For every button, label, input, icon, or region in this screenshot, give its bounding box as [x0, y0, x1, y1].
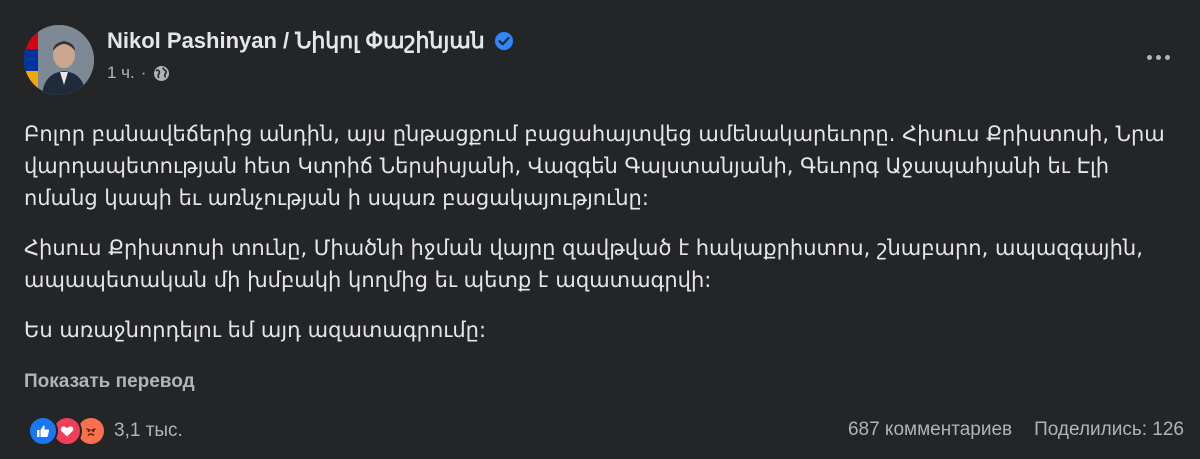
meta-separator: · [140, 63, 147, 82]
more-dot [1155, 54, 1161, 60]
post-paragraph: Հիսուս Քրիստոսի տունը, Միածնի իջման վայր… [24, 236, 1143, 292]
show-translation-link[interactable]: Показать перевод [24, 371, 195, 393]
more-dot [1164, 54, 1170, 60]
reactions-summary[interactable]: 3,1 тыс. [28, 416, 183, 446]
avatar[interactable] [24, 25, 94, 95]
facebook-post: Nikol Pashinyan / Նիկոլ Փաշինյան 1 ч. · … [0, 0, 1200, 459]
author-name-text[interactable]: Nikol Pashinyan / Նիկոլ Փաշինյան [107, 28, 485, 54]
comments-count[interactable]: 687 комментариев [848, 419, 1012, 441]
more-dot [1146, 54, 1152, 60]
post-stats: 687 комментариев Поделились: 126 [848, 419, 1184, 441]
post-meta: 1 ч. · [107, 63, 170, 83]
author-name[interactable]: Nikol Pashinyan / Նիկոլ Փաշինյան [107, 28, 514, 54]
post-paragraph: Ես առաջնորդելու եմ այդ ազատագրումը: [24, 318, 487, 342]
shares-count[interactable]: Поделились: 126 [1034, 419, 1184, 441]
post-paragraph: Բոլոր բանավեճերից անդին, այս ընթացքում բ… [24, 122, 1165, 210]
reactions-count[interactable]: 3,1 тыс. [114, 420, 183, 442]
post-text: Բոլոր բանավեճերից անդին, այս ընթացքում բ… [24, 118, 1184, 364]
globe-icon[interactable] [153, 65, 170, 82]
post-time[interactable]: 1 ч. [107, 63, 135, 83]
verified-badge-icon [494, 31, 514, 51]
more-options-icon[interactable] [1138, 42, 1178, 72]
like-icon [28, 416, 58, 446]
